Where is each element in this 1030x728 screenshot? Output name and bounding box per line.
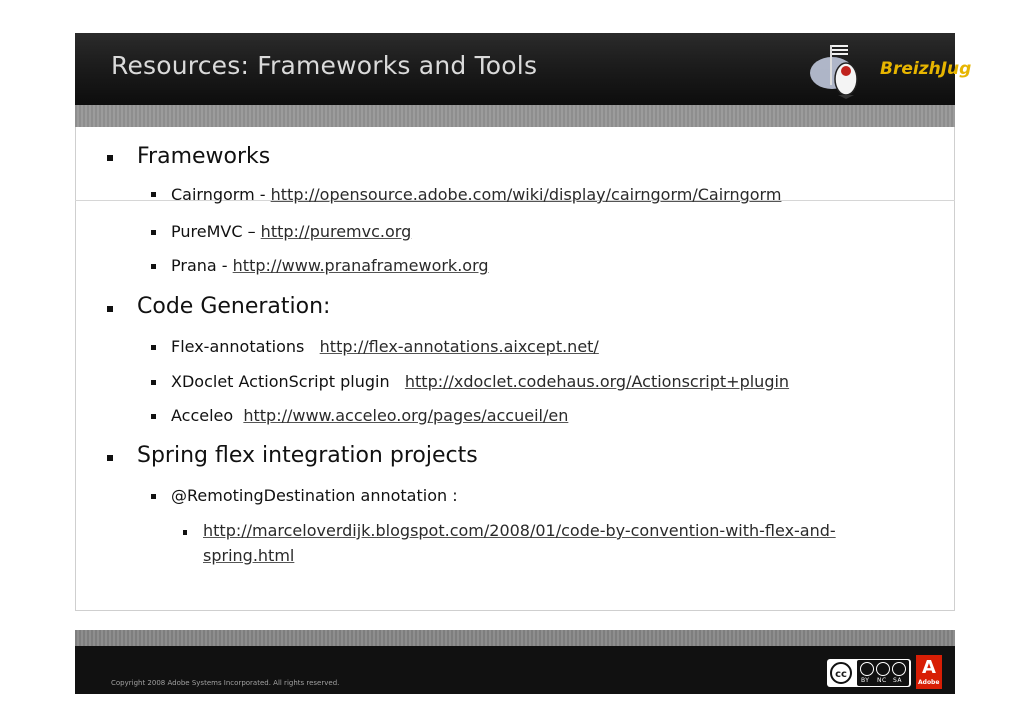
cc-term-sa: SA <box>893 677 903 684</box>
list-item-puremvc: PureMVC – http://puremvc.org <box>171 222 411 241</box>
xdoclet-link[interactable]: http://xdoclet.codehaus.org/Actionscript… <box>405 372 789 391</box>
bullet-square-icon <box>151 414 156 419</box>
section-heading-spring-flex: Spring flex integration projects <box>137 443 478 468</box>
bullet-square-icon <box>151 345 156 350</box>
attribution-icon <box>860 662 874 676</box>
adobe-logo-text: Adobe <box>918 679 940 686</box>
item-name: XDoclet ActionScript plugin <box>171 372 390 391</box>
item-name: Prana <box>171 256 217 275</box>
cc-term-nc: NC <box>877 677 887 684</box>
list-item-xdoclet: XDoclet ActionScript plugin http://xdocl… <box>171 372 789 391</box>
bullet-square-icon <box>151 230 156 235</box>
item-name: PureMVC <box>171 222 243 241</box>
item-separator <box>233 406 243 425</box>
marceloverdijk-link-line1[interactable]: http://marceloverdijk.blogspot.com/2008/… <box>203 518 836 543</box>
item-separator <box>304 337 319 356</box>
bullet-square-icon <box>151 380 156 385</box>
cc-license-icons: BY NC SA <box>857 660 909 686</box>
copyright-notice: Copyright 2008 Adobe Systems Incorporate… <box>111 679 340 687</box>
section-heading-frameworks: Frameworks <box>137 144 271 169</box>
list-item-acceleo: Acceleo http://www.acceleo.org/pages/acc… <box>171 406 568 425</box>
item-separator: – <box>242 222 261 241</box>
cairngorm-link[interactable]: http://opensource.adobe.com/wiki/display… <box>271 185 782 204</box>
slide-content: Frameworks Cairngorm - http://opensource… <box>0 0 1030 728</box>
bullet-square-icon <box>107 306 113 312</box>
list-subitem-marceloverdijk: http://marceloverdijk.blogspot.com/2008/… <box>203 518 836 568</box>
cc-icon: cc <box>830 662 852 684</box>
adobe-a-icon: A <box>922 657 936 678</box>
noncommercial-icon <box>876 662 890 676</box>
acceleo-link[interactable]: http://www.acceleo.org/pages/accueil/en <box>243 406 568 425</box>
cc-term-by: BY <box>861 677 870 684</box>
marceloverdijk-link-line2[interactable]: spring.html <box>203 543 836 568</box>
bullet-square-icon <box>151 192 156 197</box>
adobe-logo: A Adobe <box>916 655 942 689</box>
list-item-cairngorm: Cairngorm - http://opensource.adobe.com/… <box>171 185 781 204</box>
item-name: Acceleo <box>171 406 234 425</box>
sharealike-icon <box>892 662 906 676</box>
footer-separator-band <box>75 630 955 646</box>
bullet-square-icon <box>107 155 113 161</box>
list-item-flex-annotations: Flex-annotations http://flex-annotations… <box>171 337 599 356</box>
bullet-square-icon <box>151 264 156 269</box>
item-separator: - <box>216 256 233 275</box>
item-separator <box>390 372 405 391</box>
item-name: Flex-annotations <box>171 337 305 356</box>
list-item-remoting-destination: @RemotingDestination annotation : <box>171 486 458 505</box>
list-item-prana: Prana - http://www.pranaframework.org <box>171 256 489 275</box>
item-separator: - <box>254 185 271 204</box>
slide-footer: Copyright 2008 Adobe Systems Incorporate… <box>75 646 955 694</box>
bullet-square-icon <box>151 494 156 499</box>
creative-commons-badge: cc BY NC SA <box>827 659 911 687</box>
item-name: Cairngorm <box>171 185 255 204</box>
section-heading-code-generation: Code Generation: <box>137 294 331 319</box>
flex-annotations-link[interactable]: http://flex-annotations.aixcept.net/ <box>320 337 599 356</box>
prana-link[interactable]: http://www.pranaframework.org <box>233 256 489 275</box>
bullet-square-icon <box>107 455 113 461</box>
bullet-square-icon <box>183 530 187 535</box>
puremvc-link[interactable]: http://puremvc.org <box>261 222 412 241</box>
